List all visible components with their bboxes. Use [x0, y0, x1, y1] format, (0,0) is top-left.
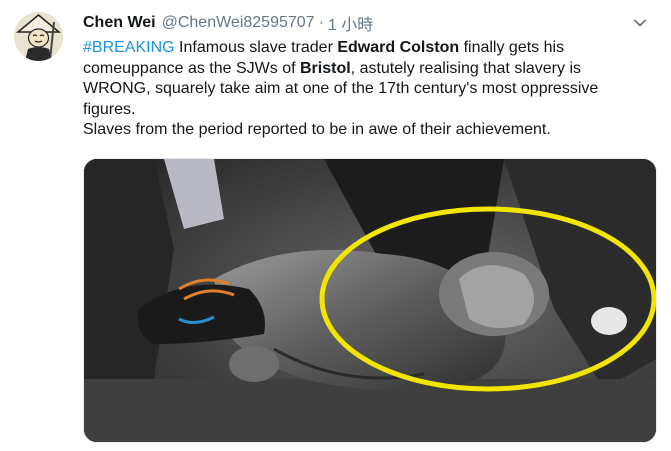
tweet-text-paragraph-1: #BREAKING Infamous slave trader Edward C…: [83, 38, 643, 120]
hashtag-link[interactable]: #BREAKING: [83, 39, 175, 56]
statue-photo-image: [84, 159, 656, 442]
more-options-button[interactable]: [633, 16, 647, 30]
tweet-text-segment: Infamous slave trader: [174, 39, 338, 56]
chevron-down-icon: [634, 19, 646, 27]
tweet-header: Chen Wei @ChenWei82595707 · 1 小時: [83, 12, 373, 34]
timestamp[interactable]: 1 小時: [328, 11, 373, 35]
separator-dot: ·: [318, 14, 324, 31]
tweet-text-bold-name: Edward Colston: [337, 39, 460, 56]
tweet-text-bold-city: Bristol: [300, 59, 351, 77]
tweet-card[interactable]: Chen Wei @ChenWei82595707 · 1 小時 #BREAKI…: [0, 0, 671, 451]
tweet-text: #BREAKING Infamous slave trader Edward C…: [83, 38, 643, 141]
tweet-photo[interactable]: [83, 158, 657, 443]
avatar-cartoon-farmer-icon: [14, 12, 63, 61]
display-name[interactable]: Chen Wei: [83, 14, 156, 32]
avatar[interactable]: [14, 12, 63, 61]
tweet-text-paragraph-2: Slaves from the period reported to be in…: [83, 121, 551, 138]
user-handle[interactable]: @ChenWei82595707: [162, 14, 315, 32]
